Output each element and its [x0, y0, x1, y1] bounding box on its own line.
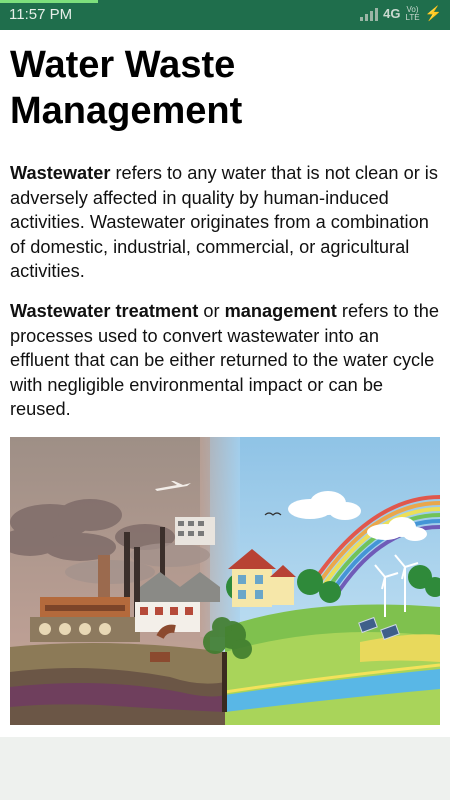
charging-icon: ⚡ — [424, 5, 442, 21]
page-title: Water Waste Management — [10, 44, 243, 132]
status-icons: 4G Vo) LTE ⚡ — [360, 5, 442, 22]
network-type: 4G — [383, 6, 401, 21]
clock: 11:57 PM — [9, 6, 73, 23]
term-wastewater: Wastewater — [10, 163, 111, 183]
volte-icon: Vo) LTE — [405, 4, 420, 22]
signal-icon — [360, 7, 379, 21]
status-bar: 11:57 PM 4G Vo) LTE ⚡ — [0, 0, 450, 30]
treatment-paragraph: Wastewater treatment or management refer… — [10, 301, 439, 419]
term-management: management — [224, 301, 337, 321]
page-load-progress — [0, 0, 98, 3]
polluted-vs-clean-illustration — [10, 437, 440, 725]
article-content: Water Waste Management Wastewater refers… — [0, 30, 450, 737]
term-wastewater-treatment: Wastewater treatment — [10, 301, 199, 321]
page-bottom-area — [0, 737, 450, 800]
intro-paragraph: Wastewater refers to any water that is n… — [10, 163, 438, 281]
